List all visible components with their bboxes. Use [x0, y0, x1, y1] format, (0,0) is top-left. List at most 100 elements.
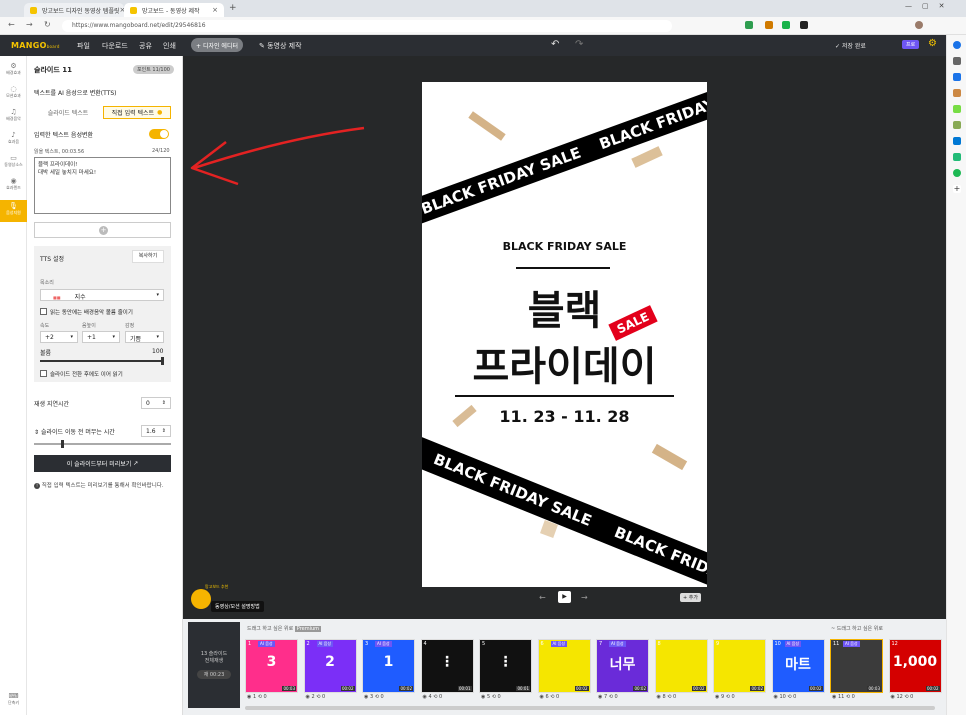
- delay-input[interactable]: 0 ⇕: [141, 397, 171, 409]
- continue-checkbox[interactable]: [40, 370, 47, 377]
- browser-tab-2[interactable]: 망고보드 - 동영상 제작 ×: [124, 3, 224, 17]
- chevron-down-icon: ▾: [156, 334, 159, 340]
- rail-item-lens[interactable]: ◉ 효과렌즈: [0, 175, 27, 197]
- design-editor-button[interactable]: + 디자인 에디터: [191, 38, 243, 52]
- confetti-shape: [631, 146, 663, 168]
- rail-item-video-source[interactable]: ▭ 동영상소스: [0, 152, 27, 174]
- slide-preview-text: ⋮: [440, 654, 454, 670]
- office-icon[interactable]: [953, 137, 961, 145]
- bgm-lower-checkbox[interactable]: [40, 308, 47, 315]
- stepper-icon: ⇕: [161, 400, 166, 406]
- slide-thumbnail[interactable]: 8 00:02: [654, 639, 708, 693]
- slide-controls[interactable]: ◉ 10 ⟲ 0: [774, 694, 797, 700]
- rail-item-voice[interactable]: 🎙 음성지원: [0, 200, 27, 222]
- slide-controls[interactable]: ◉ 4 ⟲ 0: [423, 694, 443, 700]
- next-icon[interactable]: →: [581, 593, 588, 602]
- slide-poster[interactable]: BLACK FRIDAY SALE BLACK FRIDAY BLACK FRI…: [422, 82, 707, 587]
- preview-from-slide-button[interactable]: 이 슬라이드부터 미리보기 ↗: [34, 455, 171, 472]
- slide-controls[interactable]: ◉ 2 ⟲ 0: [306, 694, 326, 700]
- tools-icon[interactable]: [953, 105, 961, 113]
- wait-slider[interactable]: [34, 440, 171, 448]
- slide-controls[interactable]: ◉ 7 ⟲ 0: [598, 694, 618, 700]
- tag-icon[interactable]: [953, 73, 961, 81]
- copilot-icon[interactable]: [953, 41, 961, 49]
- slide-thumbnail[interactable]: 9 00:02: [713, 639, 766, 693]
- rail-item-bgm[interactable]: ♫ 배경음악: [0, 106, 27, 128]
- slide-thumbnail[interactable]: 6 AI 음성 00:02: [537, 639, 591, 693]
- wait-input[interactable]: 1.6 ⇕: [141, 425, 171, 437]
- add-icon[interactable]: +: [953, 185, 961, 193]
- back-icon[interactable]: ←: [8, 20, 15, 29]
- play-icon[interactable]: ▶: [558, 591, 571, 603]
- rail-item-motion[interactable]: ◌ 모션효과: [0, 83, 27, 105]
- slide-controls[interactable]: ◉ 9 ⟲ 0: [715, 694, 735, 700]
- premium-badge[interactable]: 프로: [902, 40, 920, 49]
- gear-icon[interactable]: ⚙: [928, 38, 937, 49]
- slide-thumbnail[interactable]: 12 1,000 00:02: [888, 639, 942, 693]
- copy-button[interactable]: 복사하기: [132, 250, 164, 263]
- profile-avatar[interactable]: [915, 21, 923, 29]
- rail-item-shortcuts[interactable]: ⌨ 단축키: [0, 690, 27, 712]
- extension-icon[interactable]: [800, 21, 808, 29]
- menu-print[interactable]: 인쇄: [163, 41, 176, 51]
- url-field[interactable]: https://www.mangoboard.net/edit/29546816: [62, 20, 672, 32]
- drag-hint-right: ~ 드래그 하고 싶은 위로: [831, 626, 883, 632]
- prev-icon[interactable]: ←: [539, 593, 546, 602]
- spotify-icon[interactable]: [953, 169, 961, 177]
- slide-thumbnail[interactable]: 7 AI 음성 너무 00:02: [596, 639, 649, 693]
- speed-select[interactable]: +2 ▾: [40, 331, 78, 343]
- slide-counter[interactable]: 13 슬라이드 전체재생 재 00:23: [188, 622, 240, 708]
- mango-logo[interactable]: MANGOboard: [11, 41, 60, 50]
- slide-controls[interactable]: ◉ 5 ⟲ 0: [481, 694, 501, 700]
- menu-file[interactable]: 파일: [77, 41, 90, 51]
- slide-thumbnail[interactable]: 4 ⋮ 00:01: [420, 639, 474, 693]
- volume-slider[interactable]: [40, 357, 164, 365]
- extension-icon[interactable]: [745, 21, 753, 29]
- voice-select[interactable]: ■■ 지수 ▾: [40, 289, 164, 301]
- email-icon[interactable]: [953, 153, 961, 161]
- forward-icon[interactable]: →: [26, 20, 33, 29]
- slide-thumbnail[interactable]: 1 AI 음성 3 00:03: [245, 639, 298, 693]
- slide-thumbnail[interactable]: 3 AI 음성 1 00:02: [362, 639, 415, 693]
- window-controls[interactable]: —▢✕: [905, 2, 954, 10]
- emotion-select[interactable]: 기쁨 ▾: [125, 331, 164, 343]
- rail-item-sfx[interactable]: ♪ 효과음: [0, 129, 27, 151]
- browser-tab-1[interactable]: 망고보드 디자인 동영상 템플릿 ×: [24, 3, 124, 17]
- slide-controls[interactable]: ◉ 8 ⟲ 0: [657, 694, 677, 700]
- close-icon[interactable]: ×: [212, 6, 218, 14]
- timeline-scrollbar[interactable]: [245, 706, 935, 710]
- bag-icon[interactable]: [953, 89, 961, 97]
- extension-icon[interactable]: [765, 21, 773, 29]
- tts-text-input[interactable]: 블랙 프라이데이! 대박 세일 놓치지 마세요!: [34, 157, 171, 214]
- slide-thumbnail[interactable]: 5 ⋮ 00:01: [479, 639, 532, 693]
- undo-icon[interactable]: ↶: [551, 39, 559, 50]
- slide-controls[interactable]: ◉ 12 ⟲ 0: [891, 694, 914, 700]
- slide-thumbnail[interactable]: 11 AI 음성 00:03: [830, 639, 883, 693]
- motion-icon: ◌: [10, 85, 17, 93]
- slide-thumbnail[interactable]: 10 AI 음성 마트 00:02: [771, 639, 825, 693]
- rail-item-bg-effect[interactable]: ⚙ 배경효과: [0, 60, 27, 82]
- mango-mascot[interactable]: 망고보드 추천 동영상/모션 설명방법: [191, 584, 264, 612]
- extension-icon[interactable]: [782, 21, 790, 29]
- search-icon[interactable]: [953, 57, 961, 65]
- menu-download[interactable]: 다운로드: [102, 41, 128, 51]
- slide-controls[interactable]: ◉ 1 ⟲ 0: [247, 694, 267, 700]
- slide-controls[interactable]: ◉ 11 ⟲ 0: [832, 694, 855, 700]
- slide-duration: 00:03: [867, 686, 881, 691]
- slide-controls[interactable]: ◉ 3 ⟲ 0: [364, 694, 384, 700]
- tab-slide-text[interactable]: 슬라이드 텍스트: [34, 106, 102, 119]
- tab-direct-text[interactable]: 직접 입력 텍스트 ●: [103, 106, 171, 119]
- refresh-icon[interactable]: ↻: [44, 20, 51, 29]
- redo-icon[interactable]: ↷: [575, 39, 583, 50]
- games-icon[interactable]: [953, 121, 961, 129]
- add-text-button[interactable]: +: [34, 222, 171, 238]
- menu-share[interactable]: 공유: [139, 41, 152, 51]
- new-tab-icon[interactable]: +: [229, 3, 237, 13]
- video-make-label[interactable]: ✎ 동영상 제작: [259, 41, 302, 51]
- add-button[interactable]: + 추가: [680, 593, 701, 602]
- slide-controls[interactable]: ◉ 6 ⟲ 0: [540, 694, 560, 700]
- info-icon: !: [34, 483, 40, 489]
- pitch-select[interactable]: +1 ▾: [82, 331, 120, 343]
- tts-toggle[interactable]: [149, 129, 169, 139]
- slide-thumbnail[interactable]: 2 AI 음성 2 00:02: [303, 639, 357, 693]
